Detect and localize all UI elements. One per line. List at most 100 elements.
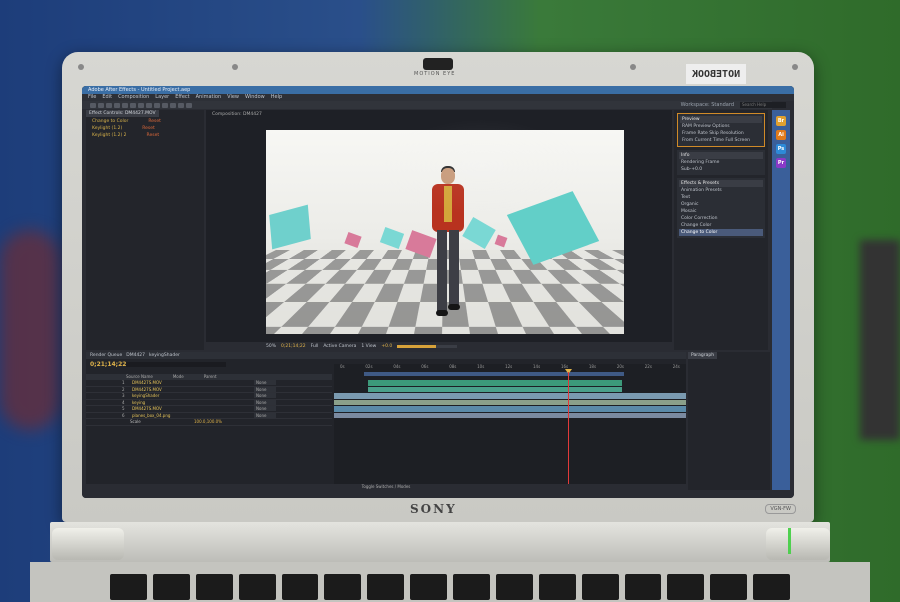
layer-bar-4[interactable] (334, 399, 686, 405)
layer-bar-3[interactable] (334, 393, 686, 399)
composition-viewer[interactable] (266, 130, 624, 334)
panel-row[interactable]: RAM Preview Options (680, 123, 762, 130)
pen-tool-icon[interactable] (146, 102, 152, 108)
panel-row[interactable]: Mosaic (679, 208, 763, 215)
time-ruler[interactable]: 0s 02s 04s 06s 08s 10s 12s 14s 16s 18s 20s 22s 24s (334, 364, 686, 372)
lid-dot (630, 64, 636, 70)
menu-item-view[interactable]: View (227, 94, 239, 101)
menu-item-effect[interactable]: Effect (175, 94, 189, 101)
eraser-tool-icon[interactable] (178, 102, 184, 108)
model-badge: VGN-FW (765, 504, 796, 514)
layer-property-row[interactable]: Scale 100.0,100.0% (86, 419, 332, 426)
panel-title[interactable]: Effects & Presets (679, 180, 763, 187)
menu-item-help[interactable]: Help (271, 94, 282, 101)
panel-row[interactable]: Rendering Frame (679, 159, 763, 166)
active-camera-select[interactable]: Active Camera (323, 344, 356, 349)
window-title: Adobe After Effects - Untitled Project.a… (82, 86, 794, 94)
layer-name[interactable]: DM4427S.MOV (132, 406, 192, 411)
panel-row[interactable]: Text (679, 194, 763, 201)
workspace-selector[interactable]: Workspace: Standard (681, 102, 734, 108)
layer-parent-select[interactable]: None (254, 399, 277, 405)
playhead-line[interactable] (568, 372, 569, 488)
menu-item-file[interactable]: File (88, 94, 96, 101)
panel-row[interactable]: From Current Time Full Screen (680, 137, 762, 144)
work-area-bar[interactable] (364, 372, 624, 376)
layer-bar-6[interactable] (334, 412, 686, 418)
current-timecode[interactable]: 0;21;14;22 (281, 344, 306, 349)
layer-bar-5[interactable] (334, 406, 686, 412)
zoom-level[interactable]: 50% (266, 344, 276, 349)
effect-row[interactable]: Change to Color Reset (86, 119, 204, 124)
panel-row[interactable]: Change to Color (679, 229, 763, 236)
effects-list: Change to Color Reset Keylight (1.2) Reset K… (86, 119, 204, 138)
puppet-tool-icon[interactable] (186, 102, 192, 108)
walking-person (428, 166, 468, 328)
premiere-icon[interactable]: Pr (776, 158, 786, 168)
effect-reset-link[interactable]: Reset (147, 133, 160, 138)
ruler-tick: 24s (672, 364, 680, 369)
camera-tool-icon[interactable] (122, 102, 128, 108)
layer-bar-1[interactable] (368, 380, 622, 386)
menu-item-animation[interactable]: Animation (196, 94, 222, 101)
menu-item-window[interactable]: Window (245, 94, 265, 101)
timeline-timecode[interactable]: 0;21;14;22 (90, 361, 126, 368)
zoom-tool-icon[interactable] (106, 102, 112, 108)
layer-bar-2[interactable] (368, 386, 622, 392)
rotate-tool-icon[interactable] (114, 102, 120, 108)
toggle-switches-modes[interactable]: Toggle Switches / Modes (86, 484, 686, 490)
bridge-icon[interactable]: Br (776, 116, 786, 126)
layer-name[interactable]: DM4427S.MOV (132, 380, 192, 385)
panel-row[interactable]: Change Color (679, 222, 763, 229)
layer-name[interactable]: keyingShader (132, 393, 192, 398)
hand-tool-icon[interactable] (98, 102, 104, 108)
shape-tool-icon[interactable] (138, 102, 144, 108)
layer-parent-select[interactable]: None (254, 412, 277, 418)
timeline-tracks[interactable]: 0s 02s 04s 06s 08s 10s 12s 14s 16s 18s 20s 22s 24s (334, 364, 686, 490)
view-layout-select[interactable]: 1 View (361, 344, 376, 349)
selection-tool-icon[interactable] (90, 102, 96, 108)
ruler-tick: 02s (365, 364, 373, 369)
property-value[interactable]: 100.0,100.0% (194, 419, 222, 424)
layer-number: 5 (122, 406, 125, 412)
panel-row[interactable]: Frame Rate Skip Resolution (680, 130, 762, 137)
layer-name[interactable]: planes_box_04.png (132, 413, 192, 418)
layer-parent-select[interactable]: None (254, 386, 277, 392)
panel-row[interactable]: Organic (679, 201, 763, 208)
panel-title[interactable]: Info (679, 152, 763, 159)
effect-row[interactable]: Keylight (1.2) Reset (86, 126, 204, 131)
effect-reset-link[interactable]: Reset (142, 126, 155, 131)
render-progress (397, 344, 458, 348)
effect-row[interactable]: Keylight (1.2) 2 Reset (86, 133, 204, 138)
menu-item-edit[interactable]: Edit (102, 94, 112, 101)
brush-tool-icon[interactable] (162, 102, 168, 108)
stamp-tool-icon[interactable] (170, 102, 176, 108)
panel-row[interactable]: Animation Presets (679, 187, 763, 194)
timeline-search-input[interactable] (126, 362, 226, 367)
layer-parent-select[interactable]: None (254, 393, 277, 399)
illustrator-icon[interactable]: Ai (776, 130, 786, 140)
panel-row[interactable]: Color Correction (679, 215, 763, 222)
text-tool-icon[interactable] (154, 102, 160, 108)
panel-preview: Preview RAM Preview Options Frame Rate Ski… (677, 113, 765, 147)
panel-row[interactable]: Sub-+0.0 (679, 166, 763, 173)
timeline-tab[interactable]: keyingShader (149, 352, 180, 359)
exposure-value[interactable]: +0.0 (381, 344, 392, 349)
layer-parent-select[interactable]: None (254, 406, 277, 412)
photoshop-icon[interactable]: Ps (776, 144, 786, 154)
search-help-input[interactable]: Search Help (740, 102, 786, 108)
effect-controls-tab[interactable]: Effect Controls: DM4427.MOV (86, 110, 159, 117)
timeline-tab[interactable]: Render Queue (90, 352, 122, 359)
paragraph-tab[interactable]: Paragraph (688, 352, 718, 359)
layer-name[interactable]: DM4427S.MOV (132, 387, 192, 392)
layer-name[interactable]: keying (132, 400, 192, 405)
layer-number: 2 (122, 386, 125, 392)
menu-item-layer[interactable]: Layer (155, 94, 169, 101)
composition-tab[interactable]: Composition: DM4427 (206, 110, 672, 119)
resolution-select[interactable]: Full (311, 344, 319, 349)
pan-tool-icon[interactable] (130, 102, 136, 108)
panel-title[interactable]: Preview (680, 116, 762, 123)
effect-reset-link[interactable]: Reset (148, 119, 161, 124)
timeline-tab[interactable]: DM4427 (126, 352, 145, 359)
menu-item-composition[interactable]: Composition (118, 94, 149, 101)
layer-parent-select[interactable]: None (254, 380, 277, 386)
